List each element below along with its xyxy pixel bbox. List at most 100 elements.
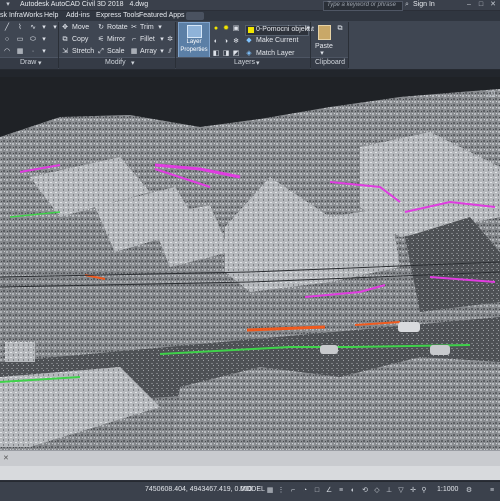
minimize-icon[interactable]: – [465, 1, 473, 9]
gizmo-icon[interactable]: ✛ [409, 487, 417, 495]
otrack-icon[interactable]: ∠ [325, 487, 333, 495]
customize-icon[interactable]: ≡ [488, 487, 496, 495]
search-placeholder: Type a keyword or phrase [327, 2, 396, 8]
panel-footer-draw[interactable]: Draw ▾ [0, 57, 58, 69]
gear-icon[interactable]: ⚙ [465, 487, 473, 495]
copy-clip-icon[interactable]: ⧉ [336, 25, 344, 33]
move-button[interactable]: Move [72, 24, 89, 31]
menu-infraworks[interactable]: sk InfraWorks [0, 12, 43, 19]
menu-add-ins[interactable]: Add-ins [66, 12, 90, 19]
sun-icon[interactable]: ✹ [222, 25, 230, 33]
rotate-icon: ↻ [98, 24, 104, 31]
maximize-icon[interactable]: □ [477, 1, 485, 9]
transparency-icon[interactable]: ◐ [349, 487, 357, 495]
lock-icon[interactable]: ▣ [232, 25, 240, 33]
quick-access-icon[interactable]: ▾ [4, 1, 12, 9]
dropdown-icon[interactable]: ▾ [158, 48, 166, 56]
scale-icon: ⤢ [98, 48, 104, 55]
dropdown-icon[interactable]: ▾ [40, 48, 48, 56]
paste-label[interactable]: Paste [315, 43, 333, 50]
polar-icon[interactable]: ◔ [301, 487, 309, 495]
file-tabs-bar [0, 70, 500, 77]
osnap-icon[interactable]: □ [313, 487, 321, 495]
fillet-button[interactable]: Fillet [140, 36, 155, 43]
trim-icon: ✂ [131, 24, 137, 31]
rotate-button[interactable]: Rotate [107, 24, 128, 31]
panel-title-layers: Layers [234, 59, 256, 66]
layer-freeze-icon[interactable]: ❄ [232, 38, 240, 46]
light-bulb-icon[interactable]: ● [212, 25, 220, 33]
layer-iso-icon[interactable]: ◑ [222, 38, 230, 46]
model-space-button[interactable]: MODEL [240, 486, 265, 493]
copy-icon: ⧉ [62, 36, 68, 43]
close-icon[interactable]: ✕ [3, 454, 9, 462]
ortho-icon[interactable]: ⌐ [289, 487, 297, 495]
panel-footer-modify[interactable]: Modify ▾ [59, 57, 175, 69]
menu-featured-apps[interactable]: Featured Apps [139, 12, 185, 19]
layer-properties-icon [187, 25, 202, 38]
fillet-icon: ⌐ [131, 36, 137, 43]
sign-in-link[interactable]: Sign In [413, 1, 435, 8]
dropdown-icon[interactable]: ▾ [156, 24, 164, 32]
panel-footer-layers[interactable]: Layers ▾ [176, 57, 310, 69]
line-icon[interactable]: ╱ [3, 24, 11, 32]
arc-icon[interactable]: ◠ [3, 48, 11, 56]
layer-off-icon[interactable]: ◐ [212, 38, 220, 46]
layer-dropdown[interactable]: 0-Pomocni objekat [245, 25, 314, 36]
3d-osnap-icon[interactable]: ◇ [373, 487, 381, 495]
ribbon-toggle-button[interactable] [186, 12, 204, 20]
copy-button[interactable]: Copy [72, 36, 88, 43]
selection-cycling-icon[interactable]: ⟲ [361, 487, 369, 495]
explode-icon[interactable]: ✲ [166, 36, 174, 44]
offset-icon[interactable]: ⫽ [166, 48, 174, 56]
layout-tabs-bar [0, 466, 500, 480]
scale-button[interactable]: Scale [107, 48, 125, 55]
command-line[interactable]: ✕ [0, 450, 500, 466]
trim-button[interactable]: Trim [140, 24, 154, 31]
ellipse-icon[interactable]: ⬭ [29, 36, 37, 44]
drawing-viewport[interactable]: ◳ [0, 77, 500, 450]
dropdown-icon[interactable]: ▾ [40, 24, 48, 32]
stretch-icon: ⇲ [62, 48, 68, 55]
point-cloud-scene [0, 77, 500, 450]
dynamic-ucs-icon[interactable]: ⊥ [385, 487, 393, 495]
dropdown-icon[interactable]: ▾ [40, 36, 48, 44]
layer-color-swatch [248, 27, 254, 33]
annotation-scale[interactable]: 1:1000 [437, 486, 458, 493]
circle-icon[interactable]: ○ [3, 36, 11, 44]
polyline-icon[interactable]: ⌇ [16, 24, 24, 32]
coordinates-readout[interactable]: 7450608.404, 4943467.419, 0.000 [145, 486, 252, 493]
paste-icon [318, 25, 331, 40]
mirror-button[interactable]: Mirror [107, 36, 125, 43]
rectangle-icon[interactable]: ▭ [16, 36, 24, 44]
selection-filter-icon[interactable]: ▽ [397, 487, 405, 495]
document-name: 4.dwg [129, 1, 149, 8]
menu-help[interactable]: Help [44, 12, 58, 19]
viewcube-icon[interactable]: ◳ [488, 89, 498, 99]
layer-properties-button[interactable]: Layer Properties [178, 22, 210, 58]
grid-icon[interactable]: ▦ [266, 487, 274, 495]
panel-title-clipboard: Clipboard [315, 59, 345, 66]
lineweight-icon[interactable]: ≡ [337, 487, 345, 495]
stretch-button[interactable]: Stretch [72, 48, 94, 55]
search-input[interactable]: Type a keyword or phrase [323, 1, 403, 11]
make-current-icon: ◆ [246, 37, 252, 44]
status-bar: 7450608.404, 4943467.419, 0.000 MODEL ▦ … [0, 481, 500, 501]
ribbon: ╱ ○ ◠ ⌇ ▭ ▦ ∿ ⬭ · ▾ ▾ ▾ ▾ ✥ Move ↻ Rotat… [0, 21, 500, 70]
layer-properties-label-1: Layer [186, 39, 202, 45]
match-layer-button[interactable]: Match Layer [256, 50, 295, 57]
point-icon[interactable]: · [29, 48, 37, 56]
menu-express-tools[interactable]: Express Tools [96, 12, 139, 19]
make-current-button[interactable]: Make Current [256, 37, 298, 44]
hatch-icon[interactable]: ▦ [16, 48, 24, 56]
spline-icon[interactable]: ∿ [29, 24, 37, 32]
panel-footer-clipboard[interactable]: Clipboard [311, 57, 348, 69]
search-icon[interactable]: ⌕ [403, 1, 411, 9]
move-icon: ✥ [62, 24, 68, 31]
title-bar: ▾ Autodesk AutoCAD Civil 3D 2018 4.dwg T… [0, 0, 500, 11]
snap-icon[interactable]: ⋮ [277, 487, 285, 495]
array-button[interactable]: Array [140, 48, 157, 55]
dropdown-icon[interactable]: ▾ [158, 36, 166, 44]
close-icon[interactable]: ✕ [489, 1, 497, 9]
annotation-visibility-icon[interactable]: ⚲ [420, 487, 428, 495]
